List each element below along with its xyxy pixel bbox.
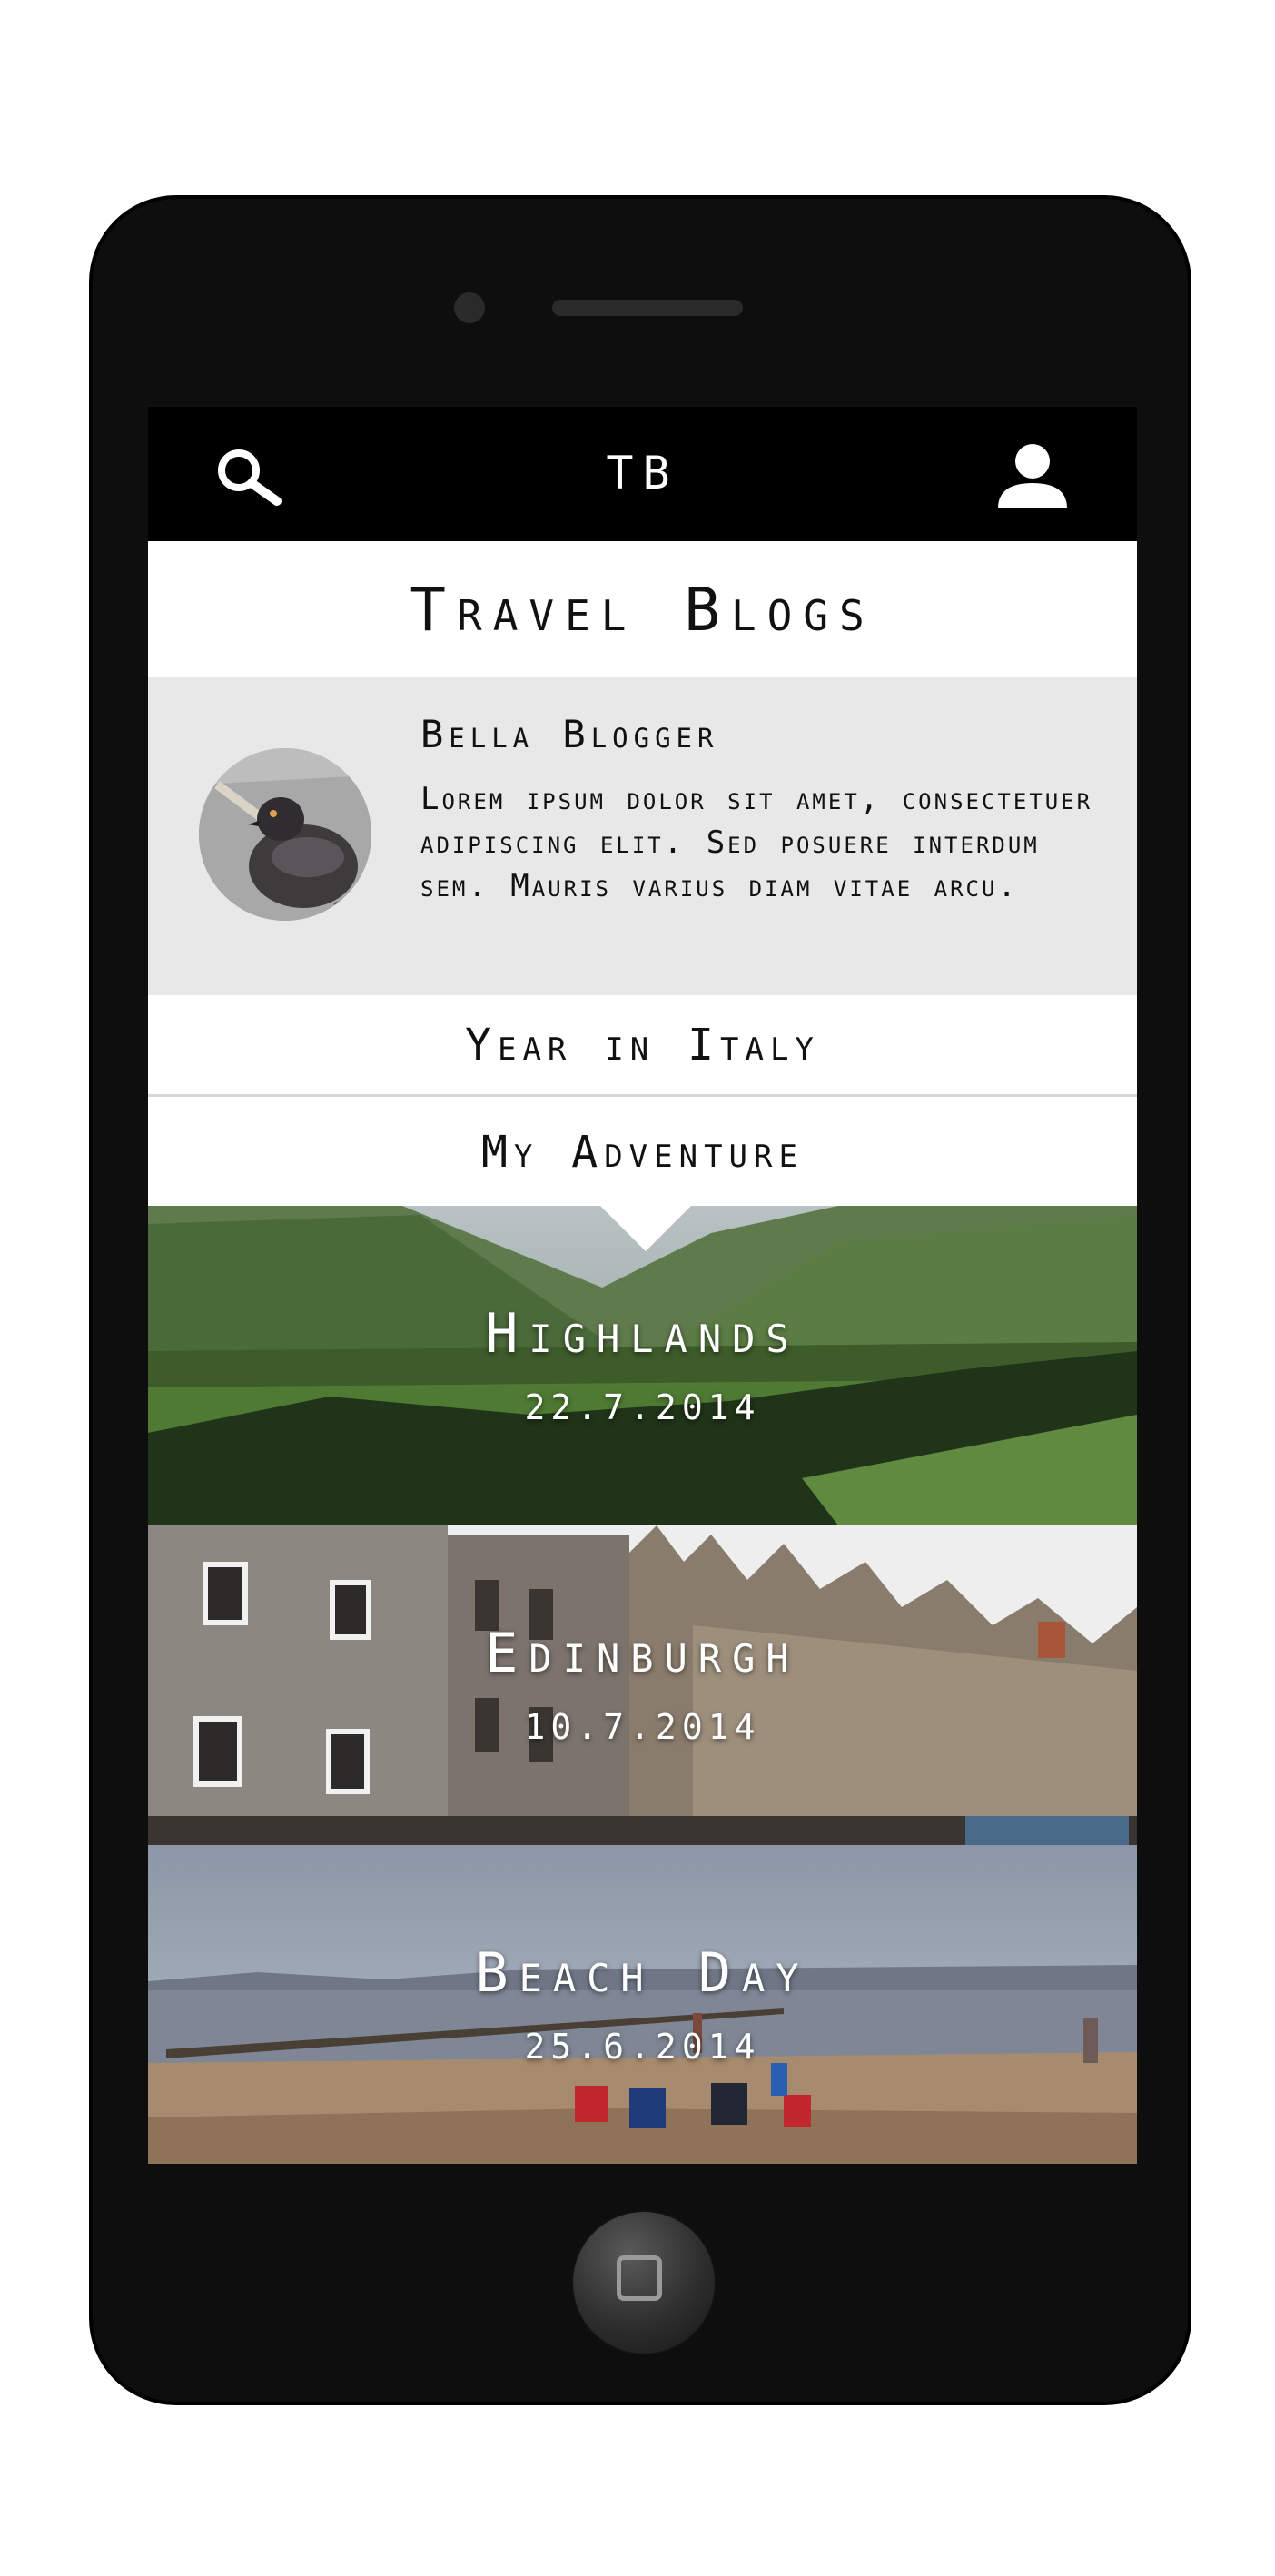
post-card-edinburgh[interactable]: Edinburgh 10.7.2014 <box>148 1525 1137 1845</box>
home-button-icon <box>617 2255 662 2301</box>
post-title: Beach Day <box>475 1941 810 2005</box>
pigeon-photo <box>199 748 371 921</box>
home-button[interactable] <box>571 2210 717 2355</box>
user-icon[interactable] <box>994 443 1071 512</box>
post-card-highlands[interactable]: Highlands 22.7.2014 <box>148 1206 1137 1525</box>
top-bar: TB <box>148 407 1137 541</box>
author-profile: Bella Blogger Lorem ipsum dolor sit amet… <box>148 677 1137 995</box>
post-date: 22.7.2014 <box>524 1387 761 1427</box>
page-title: Travel Blogs <box>410 574 875 645</box>
app-logo[interactable]: TB <box>148 447 1137 499</box>
post-date: 10.7.2014 <box>524 1707 761 1747</box>
tab-my-adventure[interactable]: My Adventure <box>148 1099 1137 1206</box>
active-tab-pointer <box>598 1204 693 1251</box>
post-date: 25.6.2014 <box>524 2027 761 2067</box>
avatar[interactable] <box>199 748 371 921</box>
edinburgh-photo <box>148 1525 1137 1845</box>
speaker-grille <box>552 300 743 316</box>
camera-dot <box>454 292 485 323</box>
post-card-beach-day[interactable]: Beach Day 25.6.2014 <box>148 1845 1137 2164</box>
tab-year-in-italy[interactable]: Year in Italy <box>148 995 1137 1097</box>
highlands-photo <box>148 1206 1137 1525</box>
post-title: Highlands <box>485 1302 800 1366</box>
author-bio: Lorem ipsum dolor sit amet, consectetuer… <box>420 781 1093 904</box>
post-title: Edinburgh <box>485 1622 800 1685</box>
author-name[interactable]: Bella Blogger <box>420 712 718 756</box>
app-screen: TB Travel Blogs Bella Blogger Lorem ipsu… <box>148 407 1137 2164</box>
